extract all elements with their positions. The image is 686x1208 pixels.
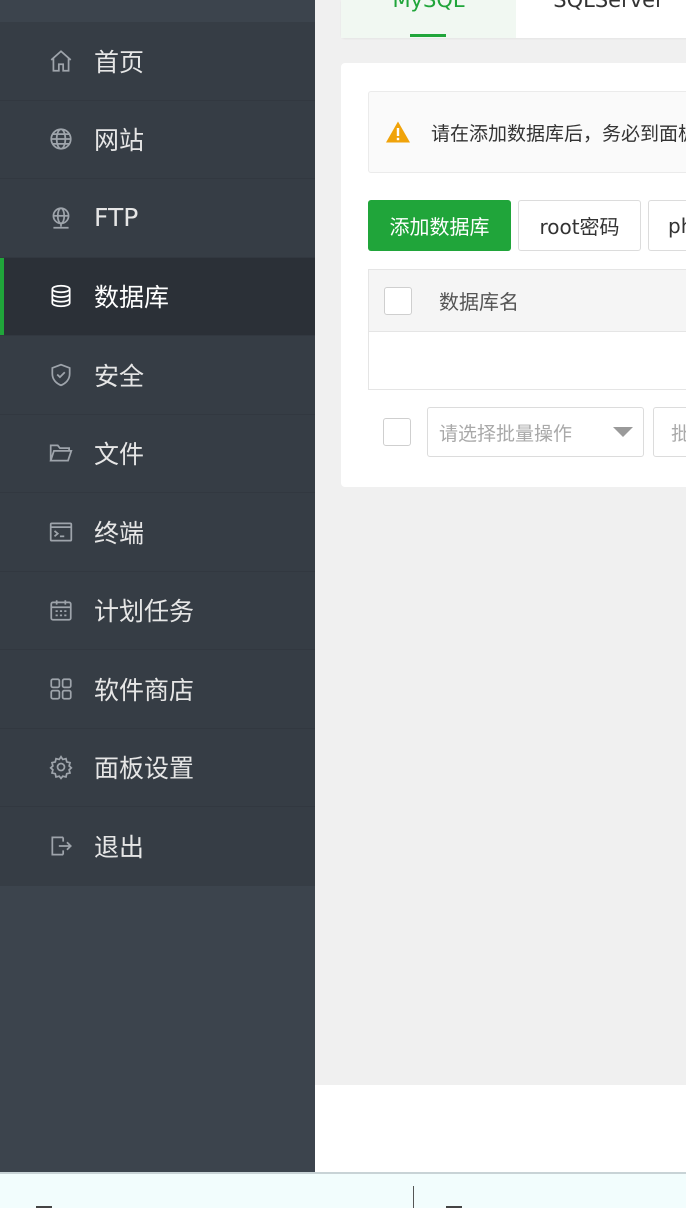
content-background: MySQL SQLServer 请在添加数据库后，务必到面板 添加数据库 roo… (315, 0, 686, 1085)
gear-icon (47, 753, 75, 781)
database-table: 数据库名 (368, 269, 686, 390)
sidebar-item-label: FTP (94, 203, 139, 233)
sidebar-item-ftp[interactable]: FTP (0, 179, 315, 258)
database-type-tabs: MySQL SQLServer (341, 0, 686, 38)
sidebar-item-security[interactable]: 安全 (0, 336, 315, 415)
sidebar-item-label: 首页 (94, 47, 145, 77)
sidebar-item-label: 软件商店 (94, 675, 195, 705)
chevron-down-icon (613, 427, 633, 437)
sidebar-item-cron[interactable]: 计划任务 (0, 572, 315, 650)
tab-sqlserver[interactable]: SQLServer (516, 0, 686, 38)
alert-text: 请在添加数据库后，务必到面板 (431, 122, 686, 145)
column-header-name[interactable]: 数据库名 (439, 286, 519, 315)
calendar-icon (47, 596, 75, 624)
sidebar-item-label: 网站 (94, 126, 145, 156)
sidebar-item-label: 面板设置 (94, 754, 195, 784)
ftp-icon (47, 204, 75, 232)
root-password-button[interactable]: root密码 (518, 200, 641, 251)
home-icon (47, 47, 75, 75)
sidebar-item-label: 安全 (94, 361, 145, 391)
batch-select-checkbox[interactable] (383, 418, 411, 446)
database-panel: 请在添加数据库后，务必到面板 添加数据库 root密码 phpMyAdmin 数… (341, 63, 686, 487)
sidebar-item-label: 退出 (94, 833, 145, 863)
batch-select-placeholder: 请选择批量操作 (439, 422, 573, 445)
logout-icon (47, 832, 75, 860)
tab-label: SQLServer (553, 0, 664, 12)
phpmyadmin-button[interactable]: phpMyAdmin (648, 200, 686, 251)
database-icon (47, 282, 75, 310)
batch-action-button[interactable]: 批量操作 (653, 407, 686, 457)
alert-banner: 请在添加数据库后，务必到面板 (368, 91, 686, 173)
add-database-button[interactable]: 添加数据库 (368, 200, 511, 251)
sidebar-item-label: 计划任务 (94, 597, 195, 627)
sidebar-item-label: 终端 (94, 518, 145, 548)
sidebar-item-files[interactable]: 文件 (0, 415, 315, 493)
bottom-bar-divider (413, 1186, 414, 1208)
sidebar-item-label: 文件 (94, 440, 145, 470)
sidebar-item-home[interactable]: 首页 (0, 22, 315, 101)
sidebar-nav: 首页 网站 FTP 数据库 安全 文件 终端 计划任务 软件商店 面板设置 退出 (0, 22, 315, 886)
sidebar-item-label: 数据库 (94, 283, 170, 313)
folder-icon (47, 439, 75, 467)
main-content: MySQL SQLServer 请在添加数据库后，务必到面板 添加数据库 roo… (315, 0, 686, 1172)
batch-action-select[interactable]: 请选择批量操作 (427, 407, 644, 457)
shield-icon (47, 361, 75, 389)
tab-label: MySQL (392, 0, 465, 12)
warning-icon (386, 121, 410, 143)
select-all-checkbox[interactable] (384, 286, 412, 315)
sidebar-item-logout[interactable]: 退出 (0, 807, 315, 886)
sidebar-item-website[interactable]: 网站 (0, 101, 315, 179)
sidebar-item-store[interactable]: 软件商店 (0, 650, 315, 729)
sidebar-item-terminal[interactable]: 终端 (0, 493, 315, 572)
globe-icon (47, 125, 75, 153)
sidebar: 首页 网站 FTP 数据库 安全 文件 终端 计划任务 软件商店 面板设置 退出 (0, 0, 315, 1172)
sidebar-item-settings[interactable]: 面板设置 (0, 729, 315, 807)
table-header: 数据库名 (369, 270, 686, 332)
terminal-icon (47, 518, 75, 546)
tab-mysql[interactable]: MySQL (341, 0, 516, 38)
apps-grid-icon (47, 675, 75, 703)
batch-actions: 请选择批量操作 批量操作 (368, 406, 686, 458)
bottom-bar (0, 1172, 686, 1208)
sidebar-item-database[interactable]: 数据库 (0, 257, 315, 336)
